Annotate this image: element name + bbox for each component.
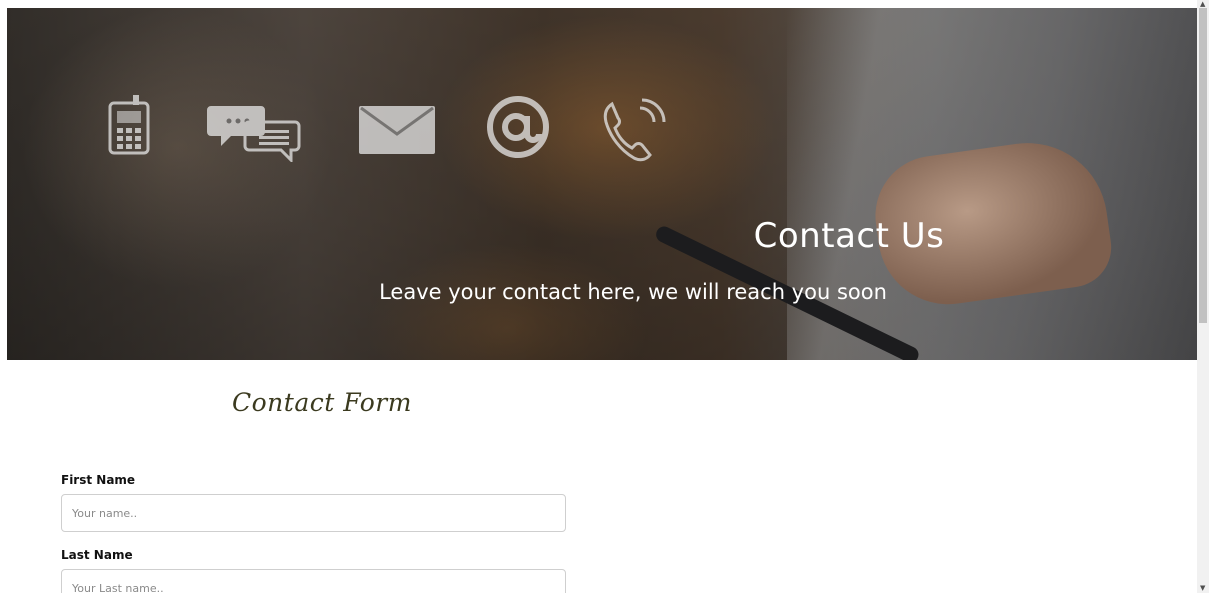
hero-title: Contact Us <box>753 216 945 256</box>
mobile-phone-icon <box>108 95 150 155</box>
scroll-down-arrow-icon[interactable]: ▼ <box>1200 585 1205 592</box>
hero-icons <box>7 8 1197 360</box>
last-name-input[interactable] <box>61 569 566 593</box>
page: Contact Us Leave your contact here, we w… <box>0 0 1209 593</box>
chat-bubbles-icon <box>207 106 301 162</box>
scrollbar-thumb[interactable] <box>1199 8 1207 323</box>
envelope-icon <box>359 106 435 154</box>
at-sign-icon <box>487 96 549 158</box>
phone-handset-icon <box>603 98 666 162</box>
page-scrollbar[interactable]: ▲ ▼ <box>1197 0 1209 593</box>
hero-banner: Contact Us Leave your contact here, we w… <box>7 8 1197 360</box>
last-name-label: Last Name <box>61 548 133 562</box>
form-heading: Contact Form <box>232 388 412 417</box>
hero-subtitle: Leave your contact here, we will reach y… <box>379 280 887 304</box>
first-name-input[interactable] <box>61 494 566 532</box>
first-name-label: First Name <box>61 473 136 487</box>
scroll-up-arrow-icon[interactable]: ▲ <box>1200 1 1205 8</box>
